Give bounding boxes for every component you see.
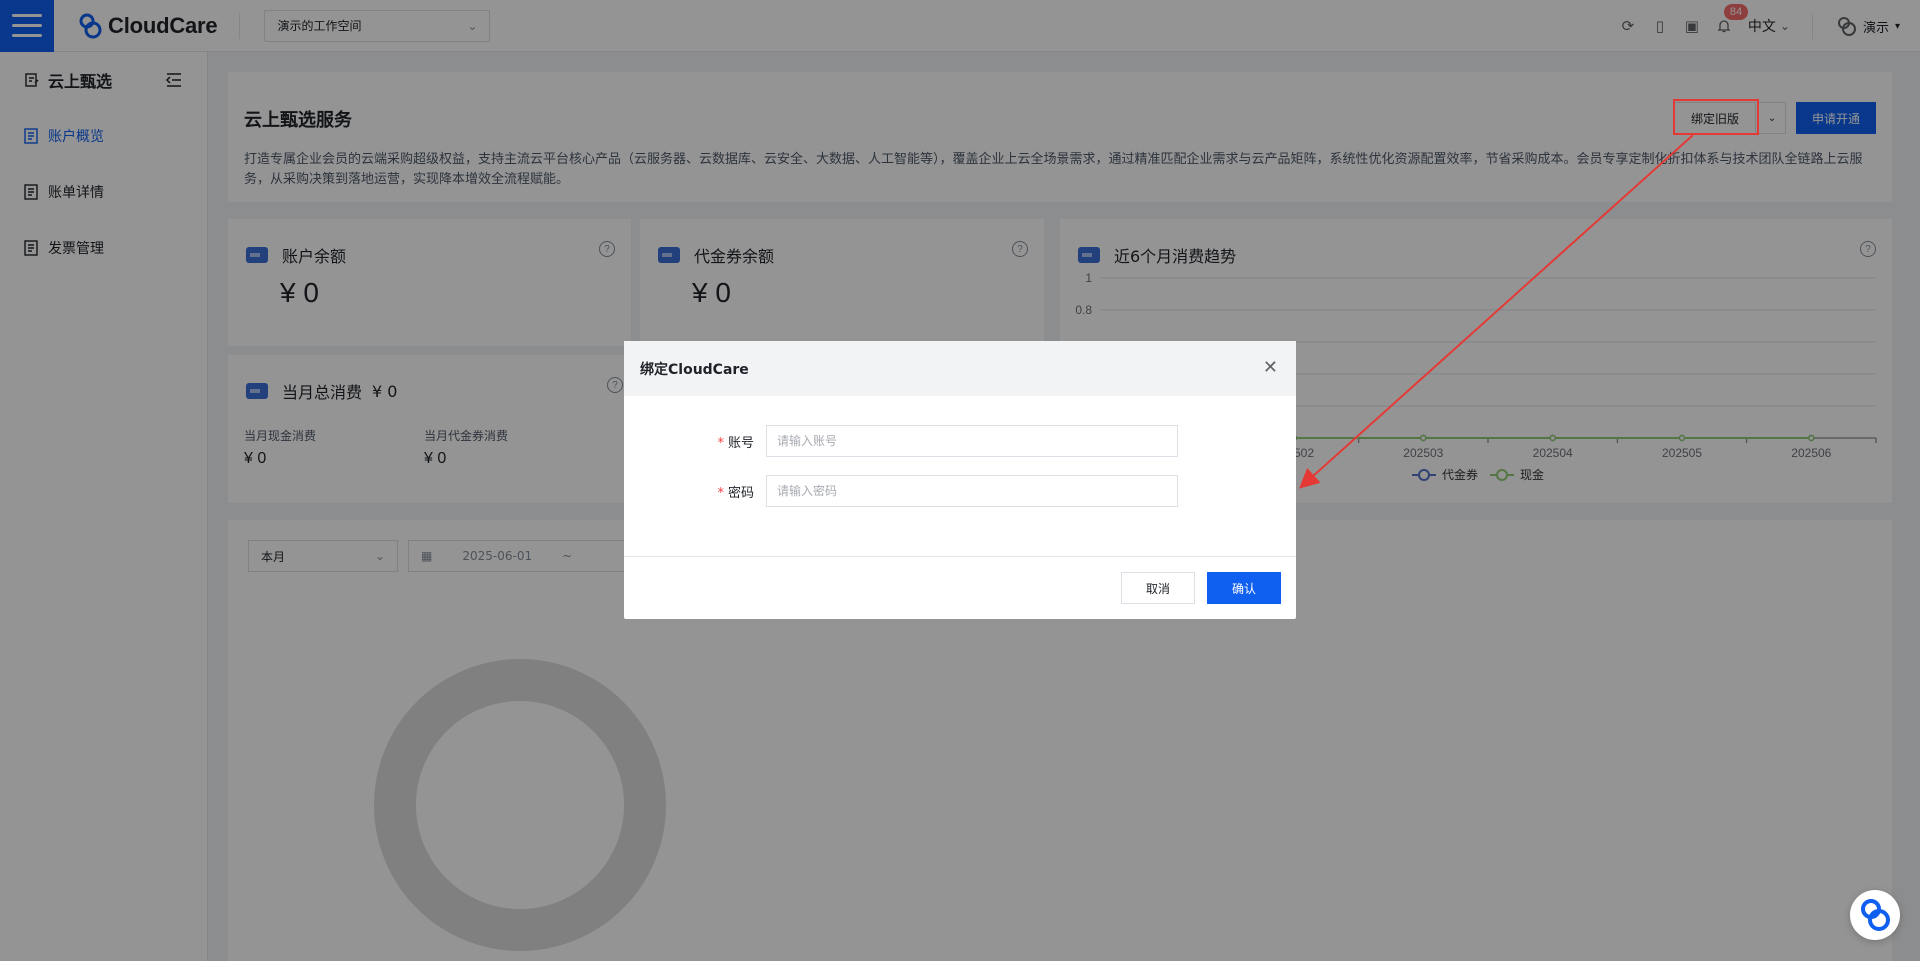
- password-label-text: 密码: [727, 485, 754, 501]
- cloudcare-logo-icon: [1861, 899, 1890, 931]
- required-mark: *: [717, 435, 724, 451]
- assistant-float-button[interactable]: [1850, 890, 1900, 940]
- account-input[interactable]: [766, 425, 1178, 457]
- annotation-highlight-box: [1673, 99, 1759, 135]
- dialog-footer-divider: [624, 556, 1296, 557]
- close-icon[interactable]: ✕: [1263, 357, 1278, 378]
- account-row: * 账号: [624, 425, 1178, 457]
- required-mark: *: [717, 485, 724, 501]
- account-label: * 账号: [624, 432, 766, 451]
- password-label: * 密码: [624, 482, 766, 501]
- account-label-text: 账号: [727, 435, 754, 451]
- cancel-button[interactable]: 取消: [1121, 572, 1195, 604]
- password-input[interactable]: [766, 475, 1178, 507]
- password-row: * 密码: [624, 475, 1178, 507]
- confirm-button[interactable]: 确认: [1207, 572, 1281, 604]
- dialog-header: 绑定CloudCare ✕: [624, 341, 1296, 396]
- bind-cloudcare-dialog: 绑定CloudCare ✕ *账号 *密码 取消 确认: [624, 341, 1296, 619]
- dialog-title: 绑定CloudCare: [640, 361, 749, 378]
